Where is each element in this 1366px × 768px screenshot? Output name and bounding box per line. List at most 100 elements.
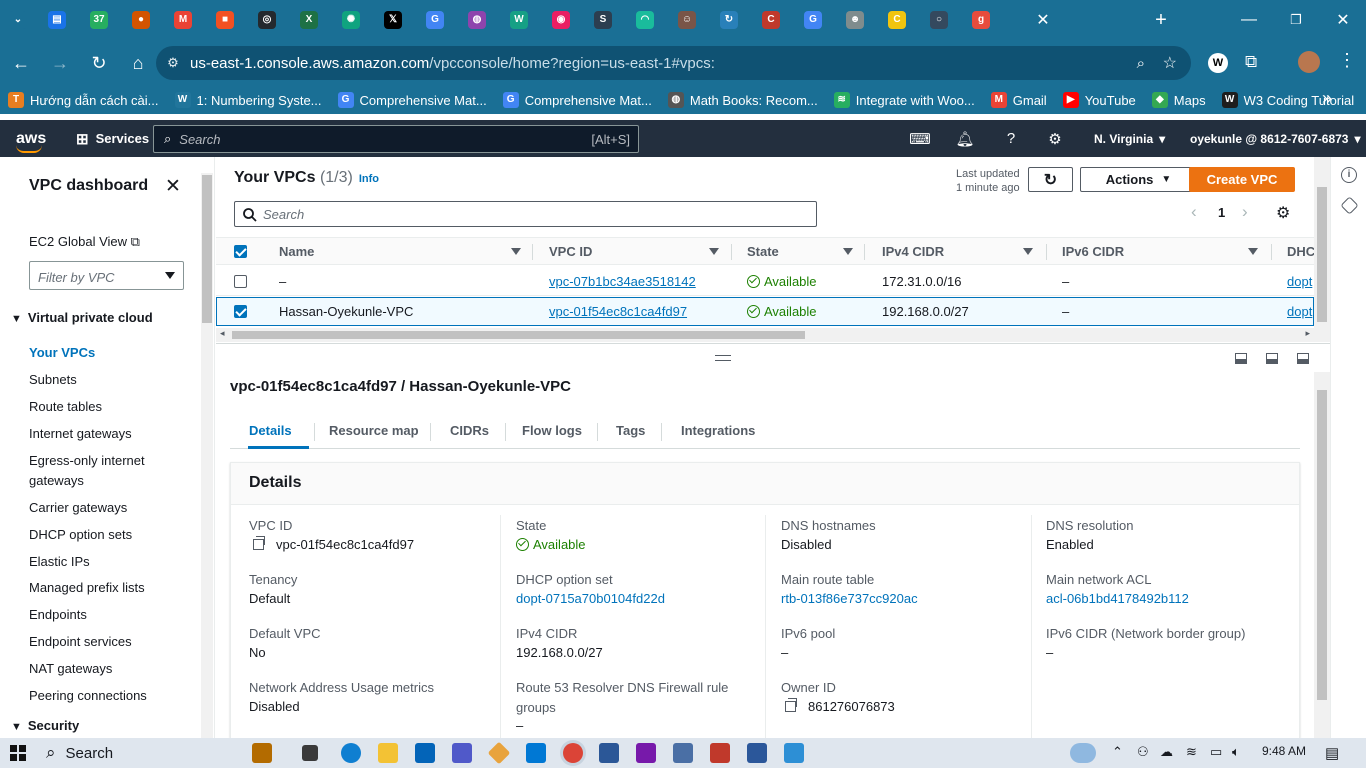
- copy-icon[interactable]: [785, 698, 797, 712]
- chatgpt-icon[interactable]: ✺: [330, 0, 372, 40]
- vpc-search-input[interactable]: Search: [234, 201, 817, 227]
- bookmark-item[interactable]: ◆ Maps: [1151, 92, 1206, 108]
- main-route-table-link[interactable]: rtb-013f86e737cc920ac: [781, 591, 918, 606]
- tab-resource-map[interactable]: Resource map: [329, 423, 419, 438]
- col-ipv6-cidr[interactable]: IPv6 CIDR: [1062, 244, 1124, 259]
- teams-icon[interactable]: [452, 743, 472, 763]
- home-icon[interactable]: ⌂: [120, 45, 156, 81]
- bookmark-item[interactable]: T Hướng dẫn cách cài...: [8, 92, 159, 108]
- bookmark-item[interactable]: ◍ Math Books: Recom...: [667, 92, 818, 108]
- github-icon[interactable]: ◎: [246, 0, 288, 40]
- winrar-icon[interactable]: [710, 743, 730, 763]
- sidebar-item-endpoints[interactable]: Endpoints: [29, 607, 87, 622]
- close-tab-icon[interactable]: ✕: [1020, 0, 1066, 40]
- cloudshell-icon[interactable]: ⌨: [905, 120, 935, 157]
- tab-integrations[interactable]: Integrations: [681, 423, 755, 438]
- tab-tags[interactable]: Tags: [616, 423, 645, 438]
- more-bookmarks-icon[interactable]: »: [1322, 88, 1332, 109]
- ec2-global-view-link[interactable]: EC2 Global View ⧉: [29, 234, 140, 250]
- windows-start-icon[interactable]: [10, 745, 26, 761]
- create-vpc-button[interactable]: Create VPC: [1189, 167, 1295, 192]
- section-security[interactable]: ▼ Security: [11, 718, 79, 733]
- photos-icon[interactable]: [784, 743, 804, 763]
- reload-icon[interactable]: ↻: [81, 45, 117, 81]
- row-dhcp-link[interactable]: dopt: [1287, 304, 1312, 319]
- onedrive-icon[interactable]: ☁: [1160, 744, 1173, 760]
- clock[interactable]: 9:48 AM: [1262, 744, 1306, 758]
- row-checkbox[interactable]: [234, 305, 247, 318]
- x-icon[interactable]: 𝕏: [372, 0, 414, 40]
- sidebar-item-subnets[interactable]: Subnets: [29, 372, 77, 387]
- split-bottom-icon[interactable]: [1235, 353, 1247, 364]
- forward-icon[interactable]: →: [42, 45, 78, 81]
- url-input[interactable]: ⚙ us-east-1.console.aws.amazon.com/vpcco…: [156, 46, 1191, 80]
- cube-app-icon[interactable]: [673, 743, 693, 763]
- bookmark-item[interactable]: W 1: Numbering Syste...: [174, 92, 322, 108]
- avatar-tab-icon[interactable]: ☺: [666, 0, 708, 40]
- settings-gear-icon[interactable]: ⚙: [1040, 120, 1070, 157]
- wifi-icon[interactable]: ≋: [1186, 744, 1197, 760]
- chrome-icon[interactable]: [563, 743, 583, 763]
- vscode-icon[interactable]: [526, 743, 546, 763]
- col-ipv4-cidr[interactable]: IPv4 CIDR: [882, 244, 944, 259]
- main-network-acl-link[interactable]: acl-06b1bd4178492b112: [1046, 591, 1189, 606]
- tab-details[interactable]: Details: [249, 423, 292, 438]
- filter-by-vpc-select[interactable]: Filter by VPC: [29, 261, 184, 290]
- page-number[interactable]: 1: [1218, 205, 1225, 220]
- file-explorer-icon[interactable]: [378, 743, 398, 763]
- col-vpc-id[interactable]: VPC ID: [549, 244, 592, 259]
- task-view-icon[interactable]: [302, 745, 318, 761]
- eye-icon[interactable]: ◠: [624, 0, 666, 40]
- sidebar-item-managed-prefix-lists[interactable]: Managed prefix lists: [29, 580, 145, 595]
- sidebar-item-carrier-gateways[interactable]: Carrier gateways: [29, 500, 127, 515]
- tray-chevron-up-icon[interactable]: ⌃: [1112, 744, 1123, 760]
- ring-icon[interactable]: ○: [918, 0, 960, 40]
- sidebar-item-route-tables[interactable]: Route tables: [29, 399, 102, 414]
- copy-icon[interactable]: [253, 536, 265, 550]
- screen-icon[interactable]: ◉: [540, 0, 582, 40]
- sidebar-item-egress-only-internet[interactable]: Egress-only internet: [29, 453, 145, 468]
- outlook-icon[interactable]: [415, 743, 435, 763]
- table-settings-gear-icon[interactable]: ⚙: [1276, 203, 1290, 223]
- row-vpc-id-link[interactable]: vpc-01f54ec8c1ca4fd97: [549, 304, 687, 319]
- virtualbox-icon[interactable]: [599, 743, 619, 763]
- sidebar-item-internet-gateways[interactable]: Internet gateways: [29, 426, 132, 441]
- bookmark-item[interactable]: M Gmail: [990, 92, 1047, 108]
- bookmark-item[interactable]: ≋ Integrate with Woo...: [833, 92, 975, 108]
- word-icon[interactable]: [747, 743, 767, 763]
- actions-button[interactable]: Actions ▼: [1080, 167, 1197, 192]
- bookmark-item[interactable]: G Comprehensive Mat...: [337, 92, 487, 108]
- w-icon[interactable]: W: [498, 0, 540, 40]
- col-state[interactable]: State: [747, 244, 779, 259]
- toolbox-app-icon[interactable]: [252, 743, 272, 763]
- g-red-icon[interactable]: g: [960, 0, 1002, 40]
- prev-page-icon[interactable]: ‹: [1191, 202, 1197, 222]
- excel-icon[interactable]: X: [288, 0, 330, 40]
- sort-caret-icon[interactable]: [1248, 248, 1258, 255]
- battery-icon[interactable]: ▭: [1210, 744, 1222, 760]
- next-page-icon[interactable]: ›: [1242, 202, 1248, 222]
- table-row[interactable]: – vpc-07b1bc34ae3518142 Available 172.31…: [216, 267, 1314, 296]
- resize-handle-icon[interactable]: [715, 355, 731, 361]
- sidebar-item-nat-gateways[interactable]: NAT gateways: [29, 661, 112, 676]
- sidebar-item-your-vpcs[interactable]: Your VPCs: [29, 345, 95, 360]
- google-icon[interactable]: G: [792, 0, 834, 40]
- minimize-window-icon[interactable]: —: [1226, 0, 1272, 40]
- profile-avatar[interactable]: [1298, 51, 1320, 73]
- sidebar-item-peering-connections[interactable]: Peering connections: [29, 688, 147, 703]
- close-sidebar-icon[interactable]: ✕: [165, 175, 181, 198]
- sidebar-item-dhcp-option-sets[interactable]: DHCP option sets: [29, 527, 132, 542]
- browser-menu-icon[interactable]: ⋮: [1338, 50, 1356, 71]
- bookmark-item[interactable]: ▶ YouTube: [1062, 92, 1136, 108]
- restore-window-icon[interactable]: ❐: [1273, 0, 1319, 40]
- globe-icon[interactable]: ◍: [456, 0, 498, 40]
- select-all-checkbox[interactable]: [234, 245, 247, 258]
- tab-list-icon[interactable]: ⌄: [0, 0, 36, 40]
- back-icon[interactable]: ←: [3, 45, 39, 81]
- table-vertical-scrollbar[interactable]: [1314, 157, 1330, 342]
- tab-flow-logs[interactable]: Flow logs: [522, 423, 582, 438]
- full-screen-icon[interactable]: [1297, 353, 1309, 364]
- sort-caret-icon[interactable]: [511, 248, 521, 255]
- google-icon[interactable]: G: [414, 0, 456, 40]
- split-side-icon[interactable]: [1266, 353, 1278, 364]
